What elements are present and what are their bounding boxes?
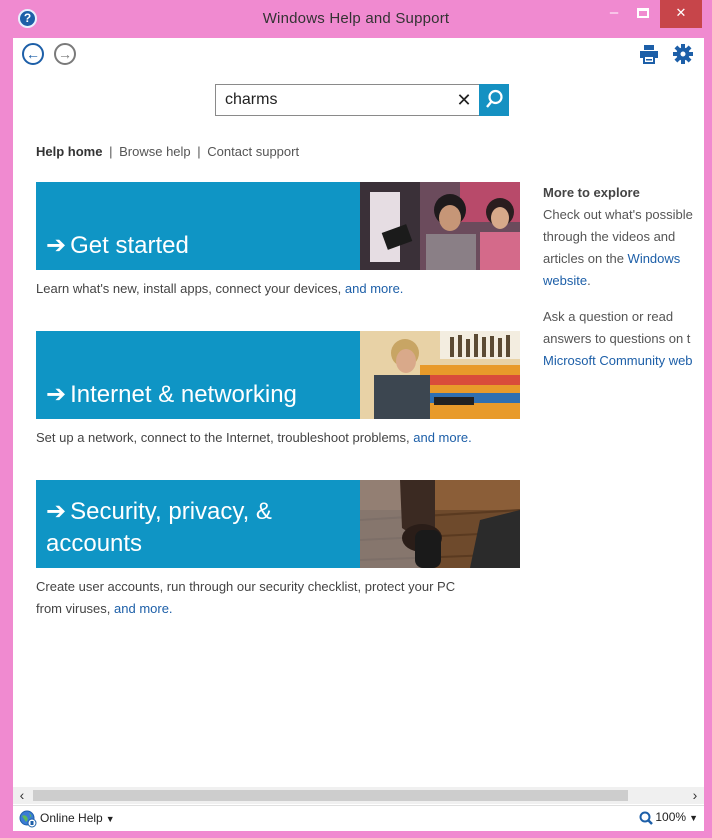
tile-title: Internet & networking	[70, 381, 297, 408]
search-input[interactable]	[216, 85, 448, 115]
maximize-button[interactable]	[628, 0, 658, 28]
clear-search-button[interactable]: ✕	[450, 85, 478, 115]
minimize-button[interactable]: –	[600, 0, 628, 28]
tile-security-privacy-accounts[interactable]: ➔ Security, privacy, & accounts	[36, 480, 520, 568]
search-icon	[486, 89, 503, 108]
gear-icon[interactable]	[672, 43, 694, 65]
microsoft-community-link[interactable]: Microsoft Community web	[543, 353, 693, 368]
scroll-right-arrow[interactable]: ›	[686, 787, 704, 804]
status-bar: Online Help ▼ 100% ▼	[13, 805, 704, 831]
browse-help-link[interactable]: Browse help	[119, 144, 191, 159]
online-help-label: Online Help	[40, 811, 103, 826]
windows-website-link-part2[interactable]: website	[543, 273, 587, 288]
description-text: Learn what's new, install apps, connect …	[36, 281, 345, 296]
and-more-link[interactable]: and more.	[114, 601, 173, 616]
explore-paragraph: Check out what's possible through the vi…	[543, 204, 704, 292]
more-to-explore-heading: More to explore	[543, 185, 640, 200]
tile-title: Get started	[70, 232, 189, 259]
tile-description: Learn what's new, install apps, connect …	[36, 278, 520, 300]
maximize-icon	[637, 8, 649, 18]
help-home-link[interactable]: Help home	[36, 144, 102, 159]
community-paragraph: Ask a question or read answers to questi…	[543, 306, 704, 372]
zoom-control[interactable]: 100% ▼	[639, 810, 698, 825]
arrow-right-icon: ➔	[46, 381, 67, 408]
contact-support-link[interactable]: Contact support	[207, 144, 299, 159]
arrow-right-icon: ➔	[46, 232, 67, 259]
toolbar: ← →	[13, 38, 704, 70]
title-bar[interactable]: ? Windows Help and Support – ✕	[0, 0, 712, 38]
tile-description: Create user accounts, run through our se…	[36, 576, 520, 620]
window: ? Windows Help and Support – ✕ ← → charm…	[0, 0, 712, 838]
magnifier-icon	[639, 811, 654, 825]
separator: |	[109, 144, 113, 159]
description-text-line2: from viruses,	[36, 601, 115, 616]
horizontal-scrollbar[interactable]: ‹ ›	[13, 787, 704, 804]
print-icon[interactable]	[639, 44, 659, 64]
text-end: .	[587, 273, 591, 288]
text-line: articles on the	[543, 251, 628, 266]
tile-label: ➔ Internet & networking	[46, 379, 297, 411]
back-arrow-icon[interactable]: ←	[22, 43, 44, 65]
zoom-level: 100%	[655, 810, 687, 824]
search-box: ✕	[215, 84, 509, 116]
scroll-left-arrow[interactable]: ‹	[13, 787, 31, 804]
forward-arrow-icon[interactable]: →	[54, 43, 76, 65]
windows-website-link-part1[interactable]: Windows	[628, 251, 681, 266]
text-line: Ask a question or read	[543, 309, 674, 324]
description-text-line1: Create user accounts, run through our se…	[36, 579, 456, 594]
text-line: answers to questions on t	[543, 331, 691, 346]
arrow-right-icon: ➔	[46, 498, 67, 525]
tile-description: Set up a network, connect to the Interne…	[36, 427, 520, 449]
online-help-dropdown[interactable]: Online Help ▼	[19, 810, 115, 828]
photo-hand-on-mouse	[360, 480, 520, 568]
text-line: Check out what's possible	[543, 207, 693, 222]
tile-title-line1: Security, privacy, &	[70, 498, 272, 525]
tile-internet-networking[interactable]: ➔ Internet & networking	[36, 331, 520, 419]
nav-links: Help home | Browse help | Contact suppor…	[36, 144, 299, 159]
photo-person-at-laptop	[360, 331, 520, 419]
dropdown-arrow-icon: ▼	[689, 813, 698, 823]
tile-get-started[interactable]: ➔ Get started	[36, 182, 520, 270]
dropdown-arrow-icon: ▼	[105, 814, 115, 825]
description-text: Set up a network, connect to the Interne…	[36, 430, 414, 445]
close-button[interactable]: ✕	[660, 0, 702, 28]
tile-label: ➔ Get started	[46, 230, 189, 262]
and-more-link[interactable]: and more.	[413, 430, 472, 445]
help-content: ← → charms ✕ Help home | Browse help | C…	[13, 38, 704, 831]
photo-people-with-device	[360, 182, 520, 270]
scrollbar-thumb[interactable]	[33, 790, 628, 801]
text-line: through the videos and	[543, 229, 676, 244]
tile-title-line2: accounts	[46, 530, 143, 557]
and-more-link[interactable]: and more.	[345, 281, 404, 296]
more-to-explore: More to explore Check out what's possibl…	[543, 182, 704, 386]
tile-label: ➔ Security, privacy, & accounts	[46, 496, 272, 560]
separator: |	[197, 144, 201, 159]
globe-icon	[19, 810, 37, 828]
search-button[interactable]	[479, 84, 509, 116]
